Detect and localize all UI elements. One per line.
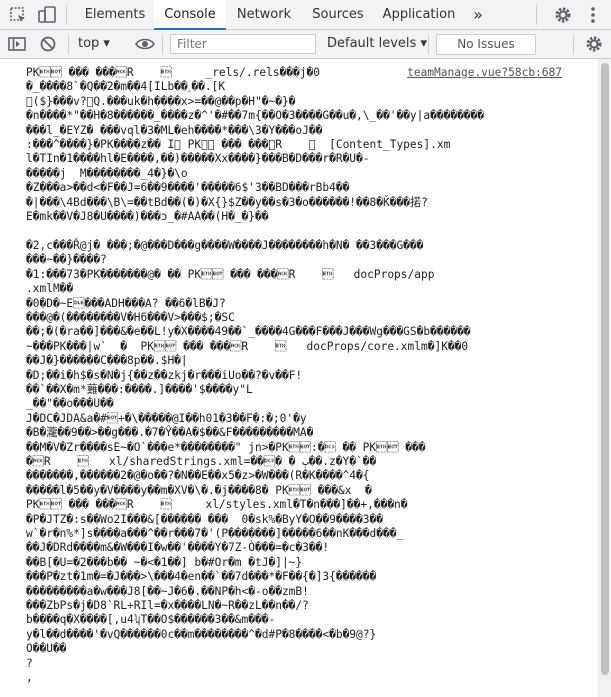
devtools-tab-bar: Elements Console Network Sources Applica… <box>0 0 611 30</box>
clear-console-icon[interactable] <box>37 33 59 55</box>
console-output[interactable]: PK ��� ���R  _rels/.rels���j�0 �_���… <box>0 59 598 697</box>
toolbar-divider-4 <box>573 35 574 54</box>
inspect-element-icon[interactable] <box>7 4 29 26</box>
tab-network[interactable]: Network <box>228 0 300 29</box>
scrollbar-thumb[interactable] <box>601 63 609 675</box>
tab-application[interactable]: Application <box>378 0 460 29</box>
tab-sources[interactable]: Sources <box>304 0 372 29</box>
toolbar-divider-3 <box>428 35 429 54</box>
console-toolbar: top ▾ Default levels ▾ No Issues <box>0 30 611 59</box>
tab-elements[interactable]: Elements <box>78 0 152 29</box>
settings-gear-icon[interactable] <box>552 4 574 26</box>
log-levels-dropdown[interactable]: Default levels ▾ <box>327 36 427 51</box>
more-options-kebab-icon[interactable] <box>582 4 604 26</box>
device-toolbar-icon[interactable] <box>36 4 58 26</box>
eye-icon[interactable] <box>134 33 156 55</box>
filter-input[interactable] <box>170 34 316 54</box>
console-log-message: PK ��� ���R  _rels/.rels���j�0 �_���… <box>26 66 485 685</box>
tab-bar-divider-right <box>536 5 537 25</box>
tab-console[interactable]: Console <box>154 0 226 30</box>
more-tabs-button[interactable]: » <box>466 0 490 29</box>
context-selector[interactable]: top ▾ <box>78 36 110 51</box>
toolbar-divider-2 <box>162 35 163 54</box>
no-issues-button[interactable]: No Issues <box>436 34 536 55</box>
console-settings-gear-icon[interactable] <box>583 33 605 55</box>
console-scrollbar[interactable] <box>598 59 611 697</box>
tab-bar-divider <box>66 5 67 25</box>
toolbar-divider <box>68 35 69 54</box>
show-sidebar-icon[interactable] <box>6 33 28 55</box>
source-file-link[interactable]: teamManage.vue?58cb:687 <box>403 66 562 79</box>
